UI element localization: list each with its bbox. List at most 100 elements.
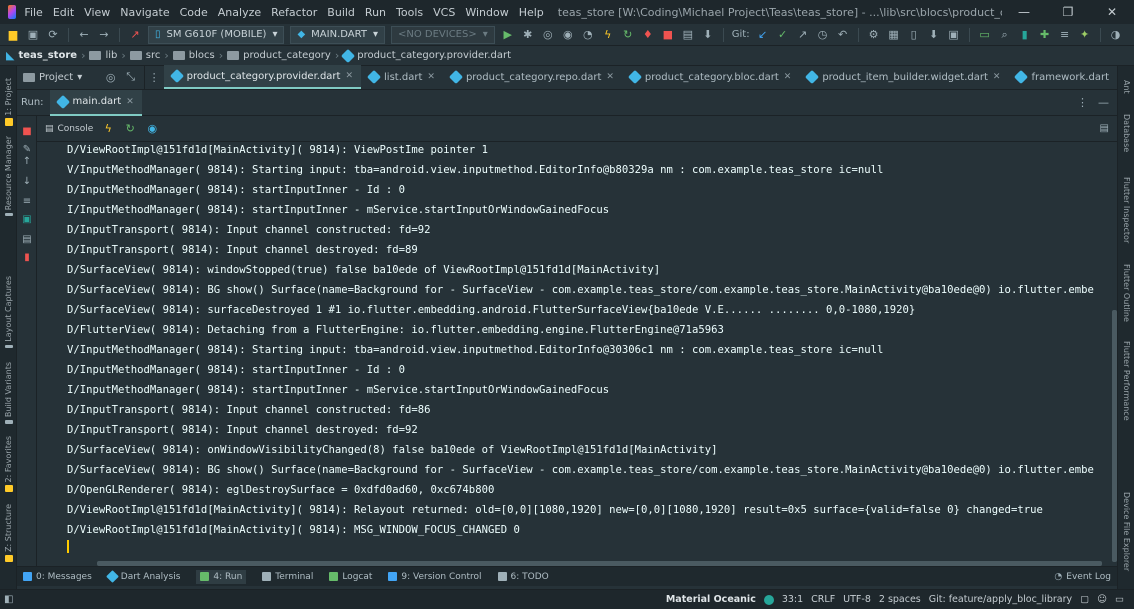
project-structure-icon[interactable]: ▦ xyxy=(887,28,901,42)
tool-tab-device-file-explorer[interactable]: Device File Explorer xyxy=(1118,484,1134,580)
tab-product-category-provider[interactable]: product_category.provider.dart ✕ xyxy=(163,65,362,89)
plugin-icon[interactable]: ✚ xyxy=(1038,28,1052,42)
profile-icon[interactable]: ◉ xyxy=(561,28,575,42)
notifications-icon[interactable]: ▭ xyxy=(1115,594,1124,605)
sdk-manager-icon[interactable]: ⬇ xyxy=(701,28,715,42)
menu-code[interactable]: Code xyxy=(180,6,208,19)
hide-panel-icon[interactable]: — xyxy=(1098,96,1109,109)
minimize-button[interactable]: — xyxy=(1002,5,1046,19)
breadcrumb-item-src[interactable]: src xyxy=(129,50,160,61)
locate-target-icon[interactable]: ◎ xyxy=(104,70,118,84)
tool-tab-resource-manager[interactable]: Resource Manager xyxy=(0,136,17,216)
menu-analyze[interactable]: Analyze xyxy=(218,6,261,19)
editor-menu-icon[interactable]: ⋮ xyxy=(149,70,160,84)
hot-reload-icon[interactable]: ϟ xyxy=(101,122,115,136)
breadcrumb-item-lib[interactable]: lib xyxy=(89,50,117,61)
device-mirror-icon[interactable]: ▮ xyxy=(1018,28,1032,42)
tool-tab-database[interactable]: Database xyxy=(1118,108,1134,158)
file-encoding[interactable]: UTF-8 xyxy=(843,594,871,605)
tool-button-version-control[interactable]: 9: Version Control xyxy=(388,572,482,582)
close-icon[interactable]: ✕ xyxy=(126,97,134,107)
breadcrumb-item-project[interactable]: ◣ teas_store xyxy=(6,49,77,62)
tab-product-category-bloc[interactable]: product_category.bloc.dart ✕ xyxy=(622,65,799,89)
device-selector[interactable]: ▯ SM G610F (MOBILE) ▾ xyxy=(148,25,285,44)
close-icon[interactable]: ✕ xyxy=(993,72,1001,82)
vcs-rollback-icon[interactable]: ↶ xyxy=(836,28,850,42)
tool-tab-flutter-performance[interactable]: Flutter Performance xyxy=(1118,336,1134,426)
vcs-commit-icon[interactable]: ✓ xyxy=(776,28,790,42)
tab-product-category-repo[interactable]: product_category.repo.dart ✕ xyxy=(443,65,622,89)
database-icon[interactable]: ≡ xyxy=(1058,28,1072,42)
tab-product-item-builder[interactable]: product_item_builder.widget.dart ✕ xyxy=(799,65,1008,89)
sdk-icon[interactable]: ⬇ xyxy=(927,28,941,42)
vcs-update-icon[interactable]: ↙ xyxy=(756,28,770,42)
console-output[interactable]: D/ViewRootImpl@151fd1d[MainActivity]( 98… xyxy=(37,142,1111,562)
tool-button-logcat[interactable]: Logcat xyxy=(329,572,372,582)
tool-tab-flutter-inspector[interactable]: Flutter Inspector xyxy=(1118,170,1134,250)
close-icon[interactable]: ✕ xyxy=(784,72,792,82)
wakatime-icon[interactable]: ◑ xyxy=(1109,28,1123,42)
breadcrumb-item-product-category[interactable]: product_category xyxy=(227,50,331,61)
git-branch[interactable]: Git: feature/apply_bloc_library xyxy=(929,594,1072,605)
tool-button-event-log[interactable]: ◔ Event Log xyxy=(1054,572,1117,582)
soft-wrap-icon[interactable]: ≡ xyxy=(20,194,34,208)
tool-button-terminal[interactable]: Terminal xyxy=(262,572,313,582)
menu-help[interactable]: Help xyxy=(519,6,544,19)
console-tab[interactable]: ▤ Console xyxy=(45,124,93,134)
more-options-icon[interactable]: ⋮ xyxy=(1077,96,1088,109)
tool-tab-flutter-outline[interactable]: Flutter Outline xyxy=(1118,258,1134,328)
print-icon[interactable]: ▤ xyxy=(20,232,34,246)
stop-icon[interactable]: ■ xyxy=(661,28,675,42)
restore-button[interactable]: ❐ xyxy=(1046,5,1090,19)
debug-bug-icon[interactable]: ✱ xyxy=(521,28,535,42)
menu-file[interactable]: File xyxy=(24,6,42,19)
close-window-button[interactable]: ✕ xyxy=(1090,5,1134,19)
close-icon[interactable]: ✕ xyxy=(606,72,614,82)
menu-refactor[interactable]: Refactor xyxy=(271,6,317,19)
menu-build[interactable]: Build xyxy=(327,6,355,19)
console-vertical-scrollbar[interactable] xyxy=(1112,142,1117,562)
avd-manager-icon[interactable]: ▯ xyxy=(907,28,921,42)
tool-tab-structure[interactable]: Z: Structure xyxy=(0,504,17,562)
menu-tools[interactable]: Tools xyxy=(396,6,423,19)
clear-trash-icon[interactable]: ▮ xyxy=(20,250,34,264)
terminal-icon[interactable]: ▭ xyxy=(978,28,992,42)
tool-tab-project[interactable]: 1: Project xyxy=(0,72,17,132)
build-hammer-icon[interactable]: ↗ xyxy=(128,28,142,42)
tool-tab-build-variants[interactable]: Build Variants xyxy=(0,362,17,424)
tab-list[interactable]: list.dart ✕ xyxy=(361,65,443,89)
run-play-icon[interactable]: ▶ xyxy=(501,28,515,42)
collapse-icon[interactable]: ⤡ xyxy=(124,70,138,84)
layout-icon[interactable]: ▤ xyxy=(681,28,695,42)
line-separator[interactable]: CRLF xyxy=(811,594,835,605)
tool-tab-ant[interactable]: Ant xyxy=(1118,72,1134,102)
save-all-icon[interactable]: ▣ xyxy=(26,28,40,42)
menu-vcs[interactable]: VCS xyxy=(433,6,455,19)
attach-debugger-icon[interactable]: ◔ xyxy=(581,28,595,42)
menu-window[interactable]: Window xyxy=(465,6,508,19)
back-arrow-icon[interactable]: ← xyxy=(77,28,91,42)
scroll-to-end-icon[interactable]: ▣ xyxy=(20,212,34,226)
run-config-selector[interactable]: ◆ MAIN.DART ▾ xyxy=(290,25,385,44)
open-devtools-icon[interactable]: ◉ xyxy=(145,122,159,136)
forward-arrow-icon[interactable]: → xyxy=(97,28,111,42)
close-icon[interactable]: ✕ xyxy=(427,72,435,82)
tool-button-dart-analysis[interactable]: Dart Analysis xyxy=(105,570,180,583)
stop-icon[interactable]: ■ xyxy=(20,124,34,138)
run-tab-main-dart[interactable]: main.dart ✕ xyxy=(49,89,142,116)
tab-framework[interactable]: framework.dart xyxy=(1008,65,1117,89)
console-settings-icon[interactable]: ▤ xyxy=(1100,123,1117,134)
lock-icon[interactable]: ▢ xyxy=(1080,594,1089,605)
flutter-attach-icon[interactable]: ♦ xyxy=(641,28,655,42)
theme-name[interactable]: Material Oceanic xyxy=(666,594,756,605)
toggle-tool-windows-icon[interactable]: ◧ xyxy=(4,594,13,605)
indent-setting[interactable]: 2 spaces xyxy=(879,594,921,605)
hot-restart-icon[interactable]: ↻ xyxy=(621,28,635,42)
open-folder-icon[interactable]: ▆ xyxy=(6,28,20,42)
menu-edit[interactable]: Edit xyxy=(53,6,74,19)
vcs-push-icon[interactable]: ↗ xyxy=(796,28,810,42)
tool-button-messages[interactable]: 0: Messages xyxy=(23,572,92,582)
breadcrumb-item-file[interactable]: product_category.provider.dart xyxy=(341,48,511,63)
breadcrumb-item-blocs[interactable]: blocs xyxy=(172,50,215,61)
scroll-up-icon[interactable]: ↑ xyxy=(20,154,34,168)
